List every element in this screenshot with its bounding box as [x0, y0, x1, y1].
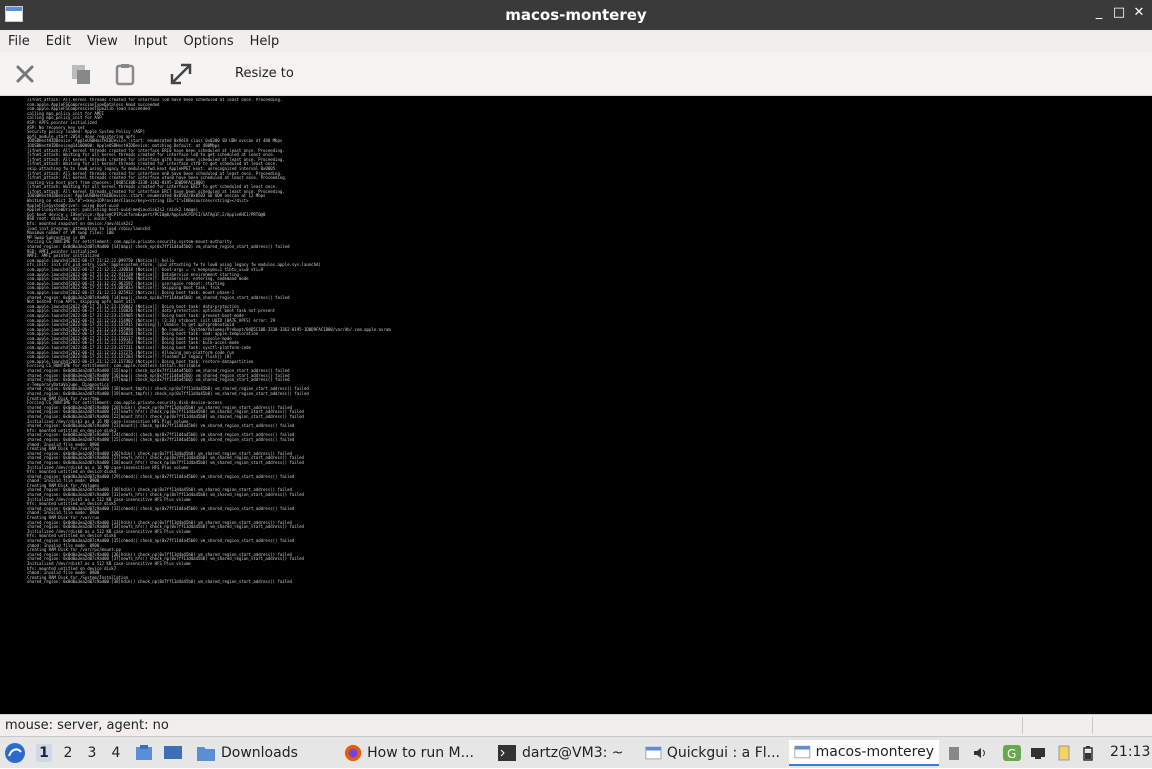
show-desktop-button[interactable]	[162, 737, 184, 769]
network-icon[interactable]	[1030, 745, 1046, 761]
clipboard-icon	[115, 64, 135, 86]
window-titlebar: macos-monterey _ □ ✕	[0, 0, 1152, 30]
maximize-button[interactable]: □	[1110, 5, 1128, 20]
desktop-icon	[164, 746, 182, 759]
svg-text:G: G	[1007, 747, 1016, 761]
x-icon	[16, 65, 34, 83]
window-icon	[794, 745, 811, 759]
task-macos-monterey[interactable]: macos-monterey	[789, 740, 939, 766]
terminal-icon	[498, 745, 516, 761]
task-quickgui[interactable]: Quickgui : a Fl...	[640, 740, 785, 766]
expand-arrows-icon	[170, 63, 192, 85]
notes-icon[interactable]	[1056, 745, 1072, 761]
task-label: How to run M...	[367, 745, 474, 761]
window-title: macos-monterey	[505, 6, 647, 24]
close-button[interactable]: ✕	[1130, 5, 1148, 20]
minimize-button[interactable]: _	[1090, 5, 1108, 20]
task-label: dartz@VM3: ~	[522, 745, 624, 761]
clock[interactable]: 21:13	[1110, 744, 1150, 760]
disconnect-button[interactable]	[11, 60, 39, 88]
clipboard-tray-icon[interactable]	[946, 745, 962, 761]
workspace-3[interactable]: 3	[84, 744, 100, 762]
boot-log: [ifnet_attach: All kernel threads create…	[27, 98, 1107, 712]
updates-icon[interactable]: G	[1002, 744, 1022, 762]
copy-button[interactable]	[67, 60, 95, 88]
file-manager-icon	[136, 745, 152, 760]
menu-input[interactable]: Input	[126, 34, 176, 49]
distro-logo-icon	[5, 743, 25, 763]
vm-display[interactable]: [ifnet_attach: All kernel threads create…	[0, 96, 1152, 714]
taskbar: 1 2 3 4 Downloads How to run M... dartz@…	[0, 736, 1152, 768]
task-label: Downloads	[221, 745, 298, 761]
status-divider	[1022, 717, 1023, 734]
task-browser[interactable]: How to run M...	[339, 740, 479, 766]
task-label: macos-monterey	[815, 744, 934, 760]
start-menu-button[interactable]	[4, 737, 26, 769]
task-label: Quickgui : a Fl...	[666, 745, 780, 761]
menu-bar: File Edit View Input Options Help	[0, 30, 1152, 52]
file-manager-launcher[interactable]	[134, 737, 154, 769]
paste-button[interactable]	[111, 60, 139, 88]
task-terminal[interactable]: dartz@VM3: ~	[492, 740, 632, 766]
folder-icon	[197, 747, 215, 761]
app-window-icon[interactable]	[5, 6, 23, 22]
log-line: shared_region: 0x0d0a3ea2d07c9ad00 [38]h…	[27, 579, 292, 585]
battery-icon[interactable]	[1080, 745, 1096, 761]
menu-help[interactable]: Help	[242, 34, 288, 49]
status-bar: mouse: server, agent: no	[0, 714, 1152, 736]
toolbar: Resize to	[0, 52, 1152, 96]
window-icon	[645, 746, 662, 760]
copy-icon	[72, 65, 90, 84]
menu-file[interactable]: File	[0, 34, 38, 49]
task-downloads[interactable]: Downloads	[191, 740, 331, 766]
menu-edit[interactable]: Edit	[38, 34, 79, 49]
workspace-2[interactable]: 2	[60, 744, 76, 762]
workspace-4[interactable]: 4	[108, 744, 124, 762]
workspace-1[interactable]: 1	[36, 744, 52, 762]
status-divider	[1092, 717, 1093, 734]
resize-to-label[interactable]: Resize to	[235, 66, 294, 81]
menu-view[interactable]: View	[79, 34, 126, 49]
fullscreen-button[interactable]	[167, 60, 195, 88]
status-message: mouse: server, agent: no	[5, 718, 169, 733]
firefox-icon	[344, 744, 362, 762]
menu-options[interactable]: Options	[175, 34, 241, 49]
volume-icon[interactable]	[972, 745, 988, 761]
